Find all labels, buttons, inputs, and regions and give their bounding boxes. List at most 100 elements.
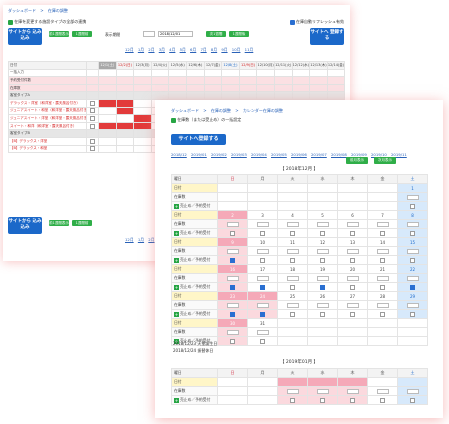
register-to-site-button[interactable]: サイトへ 登録する <box>310 28 344 45</box>
month-link[interactable]: 2月 <box>148 47 154 52</box>
month-link[interactable]: 2月 <box>148 237 154 242</box>
prev-month-button[interactable]: 前月表示 <box>346 157 368 164</box>
checkbox-icon[interactable] <box>171 117 176 123</box>
stop-label: 売止め／予約受付 <box>180 203 211 208</box>
breadcrumb-item: カレンダー在庫の調整 <box>242 108 283 113</box>
month-title: 【 2018年12月 】 <box>279 167 319 172</box>
import-from-site-button[interactable]: サイトから 込み込み <box>8 28 42 45</box>
day-label: 日付 <box>171 210 218 220</box>
register-to-site-button[interactable]: サイトへ登録する <box>171 134 226 145</box>
month-link[interactable]: 5月 <box>180 47 186 52</box>
month-link[interactable]: 6月 <box>190 47 196 52</box>
table-row: 在庫数 <box>8 83 346 93</box>
month-link[interactable]: 2019/01 <box>191 152 207 157</box>
day-cell: 29 <box>397 291 428 301</box>
weekday-label: 曜日 <box>171 368 218 378</box>
next-week-button[interactable]: 次1週間 <box>206 31 226 37</box>
month-link[interactable]: 7月 <box>200 47 206 52</box>
date-header-cell: 12/5(水) <box>168 61 187 70</box>
day-cell: 19 <box>307 264 338 274</box>
day-cell: 20 <box>337 264 368 274</box>
period-select[interactable] <box>143 31 155 37</box>
stop-label: 売止め／予約受付 <box>180 284 211 289</box>
auto-refresh-toggle[interactable]: 在庫自動リフレッシュ有効 <box>289 19 344 25</box>
weekday-cell: 金 <box>367 368 398 378</box>
prev-week-button-bottom[interactable]: 1週間前 <box>72 220 92 226</box>
month-link[interactable]: 2019/08 <box>331 152 347 157</box>
prev-week-button[interactable]: 1週間前 <box>72 31 92 37</box>
day-row: 日付 <box>171 377 428 387</box>
weekday-row: 曜日 日 月 火 水 木 金 土 <box>171 174 428 184</box>
breadcrumb-item[interactable]: ダッシュボード <box>8 8 36 13</box>
day-cell: 5 <box>307 210 338 220</box>
breadcrumb-item[interactable]: ダッシュボード <box>171 108 199 113</box>
stock-label: 在庫数 <box>171 327 218 337</box>
day-cell: 9 <box>217 237 248 247</box>
composite-screenshot: ダッシュボード > 在庫の調整 在庫を変更する施設タイプの全部の連携 在庫自動リ… <box>0 0 449 424</box>
month-link[interactable]: 3月 <box>159 47 165 52</box>
breadcrumb-sep: > <box>235 108 239 113</box>
weekday-label: 曜日 <box>171 174 218 184</box>
breadcrumb-sep: > <box>203 108 207 113</box>
month-link[interactable]: 2019/04 <box>251 152 267 157</box>
prev-week-display-button[interactable]: 前1週間表示 <box>49 31 69 37</box>
next-week-display-button[interactable]: 1週間後 <box>229 31 249 37</box>
checkbox-icon[interactable] <box>289 19 295 25</box>
stock-label: 在庫数 <box>171 192 218 202</box>
stock-row: 在庫数 <box>171 386 428 396</box>
day-cell: 17 <box>247 264 278 274</box>
day-cell: 3 <box>247 210 278 220</box>
day-cell: 28 <box>367 291 398 301</box>
weekday-cell: 日 <box>217 368 248 378</box>
day-row: 日付 30 31 <box>171 318 428 328</box>
day-cell: 13 <box>337 237 368 247</box>
next-month-button[interactable]: 次月表示 <box>374 157 396 164</box>
date-input[interactable]: 2018/12/01 <box>158 31 193 37</box>
plus-icon: + <box>174 257 179 263</box>
checkbox-icon[interactable] <box>8 19 13 25</box>
weekday-cell: 水 <box>307 174 338 184</box>
stop-row: + 売止め／予約受付 <box>171 395 428 405</box>
day-cell: 11 <box>277 237 308 247</box>
month-link[interactable]: 8月 <box>211 47 217 52</box>
month-link[interactable]: 12月 <box>125 237 134 242</box>
month-link[interactable]: 11月 <box>245 47 254 52</box>
row-label: 在庫数 <box>8 83 87 93</box>
month-link[interactable]: 2019/06 <box>291 152 307 157</box>
month-link[interactable]: 2019/05 <box>271 152 287 157</box>
date-header-cell: 12/12(水) <box>291 61 311 70</box>
day-cell: 25 <box>277 291 308 301</box>
day-cell: 1 <box>397 183 428 193</box>
date-header-cell: 12/10(月) <box>256 61 275 70</box>
month-link[interactable]: 2019/02 <box>211 152 227 157</box>
row-label: 一括入力 <box>8 68 87 78</box>
month-link[interactable]: 12月 <box>125 47 134 52</box>
month-link[interactable]: 9月 <box>221 47 227 52</box>
breadcrumb-item[interactable]: 在庫の調整 <box>211 108 231 113</box>
day-cell: 6 <box>337 210 368 220</box>
stop-label: 売止め／予約受付 <box>180 311 211 316</box>
row-label: 予約受付件数 <box>8 76 87 85</box>
holiday-note: 2018/12/23 天皇誕生日 <box>173 341 218 346</box>
day-row: 日付 2 3 4 5 6 7 8 <box>171 210 428 220</box>
month-link[interactable]: 1月 <box>138 237 144 242</box>
month-link[interactable]: 2018/12 <box>171 152 187 157</box>
breadcrumb: ダッシュボード > 在庫の調整 > カレンダー在庫の調整 <box>171 108 286 114</box>
day-cell: 22 <box>397 264 428 274</box>
month-links: 12月 1月 2月 3月 4月 5月 6月 7月 8月 9月 10月 11月 <box>125 47 256 53</box>
stop-row: + 売止め／予約受付 <box>171 255 428 265</box>
stock-label: 在庫数 <box>171 246 218 256</box>
stop-label: 売止め／予約受付 <box>180 397 211 402</box>
month-link[interactable]: 2019/07 <box>311 152 327 157</box>
import-from-site-button-bottom[interactable]: サイトから 込み込み <box>8 217 42 234</box>
month-link[interactable]: 4月 <box>169 47 175 52</box>
table-row: 一括入力 <box>8 68 346 78</box>
date-header-cell: 12/3(月) <box>133 61 152 70</box>
prev-week-display-button-bottom[interactable]: 前1週間表示 <box>49 220 69 226</box>
day-cell: 21 <box>367 264 398 274</box>
row-label: 客室タイプA <box>8 91 87 100</box>
weekday-cell: 火 <box>277 174 308 184</box>
month-link[interactable]: 2019/03 <box>231 152 247 157</box>
month-link[interactable]: 10月 <box>232 47 241 52</box>
month-link[interactable]: 1月 <box>138 47 144 52</box>
